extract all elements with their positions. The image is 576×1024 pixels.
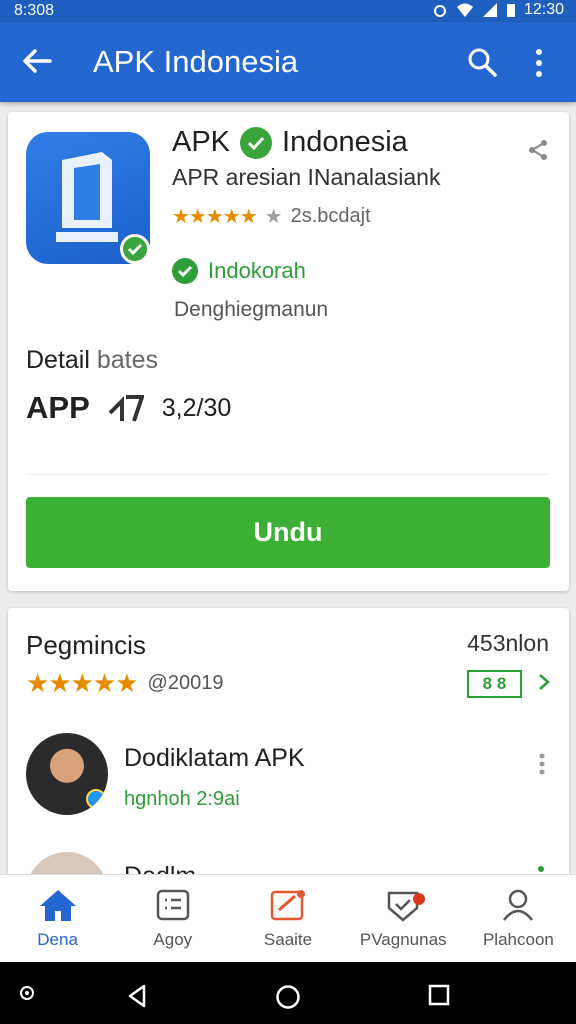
chevron-right-icon[interactable] xyxy=(536,672,552,692)
star-icon: ★ xyxy=(264,206,283,228)
reviewer-meta: hgnhoh 2:9ai xyxy=(124,788,240,810)
rating-text: 2s.bcdajt xyxy=(290,205,371,227)
reviews-stars-icon: ★★★★★ xyxy=(26,668,139,698)
check-circle-icon xyxy=(172,258,198,284)
status-time-right: 12:30 xyxy=(523,1,564,18)
review-more-icon[interactable] xyxy=(538,752,546,776)
verified-badge-icon xyxy=(86,789,106,809)
app-count: 3,2/30 xyxy=(161,393,232,422)
developer-name: Denghiegmanun xyxy=(174,298,329,321)
person-icon xyxy=(503,889,534,921)
download-button[interactable]: Undu xyxy=(26,497,550,568)
home-button-icon[interactable] xyxy=(275,984,301,1010)
signal-icon xyxy=(482,3,497,17)
search-icon[interactable] xyxy=(466,46,498,78)
detail-heading: Detail bates xyxy=(26,346,158,375)
app-info-card: APK Indonesia APR aresian INanalasiank ★… xyxy=(8,112,569,591)
system-navigation-bar xyxy=(0,962,576,1024)
battery-icon xyxy=(506,4,515,17)
nav-label: PVagnunas xyxy=(359,929,447,949)
reviewer-name: Dodiklatam APK xyxy=(124,744,305,772)
list-icon xyxy=(156,889,190,920)
detail-value: bates xyxy=(96,346,159,374)
nav-item-profile[interactable]: Plahcoon xyxy=(461,875,576,962)
nav-label: Dena xyxy=(37,929,78,949)
developer-verified-icon xyxy=(240,126,273,159)
app-bar: APK Indonesia xyxy=(0,22,576,102)
verified-badge-icon xyxy=(120,234,150,264)
app-label: APP xyxy=(26,390,90,425)
status-icons: 12:30 xyxy=(432,1,564,19)
rating-stars-icon: ★★★★★ xyxy=(172,206,258,228)
wifi-icon xyxy=(456,3,473,17)
status-bar: 8:308 12:30 xyxy=(0,0,576,22)
share-icon[interactable] xyxy=(526,138,550,162)
status-time-left: 8:308 xyxy=(14,2,55,19)
nav-item-apps[interactable]: Agoy xyxy=(115,875,230,962)
alarm-icon xyxy=(433,5,446,17)
nav-item-protection[interactable]: PVagnunas xyxy=(346,875,461,962)
app-name: APK Indonesia xyxy=(172,126,408,159)
app-subtitle: APR aresian INanalasiank xyxy=(172,164,441,190)
reviews-rating: ★★★★★ @20019 xyxy=(26,668,223,699)
reviews-card: Pegmincis 453nlon ★★★★★ @20019 8 8 Dodik… xyxy=(8,608,569,934)
app-bar-title: APK Indonesia xyxy=(93,44,299,79)
avatar[interactable] xyxy=(26,733,108,815)
home-icon xyxy=(39,889,76,921)
notification-badge xyxy=(412,893,425,905)
accessibility-icon[interactable] xyxy=(18,984,36,1002)
review-more-icon[interactable] xyxy=(538,866,544,872)
nav-label: Plahcoon xyxy=(482,929,554,949)
reviews-count: 453nlon xyxy=(467,630,549,656)
rating-row: ★★★★★ ★ 2s.bcdajt xyxy=(172,204,371,229)
edit-icon xyxy=(270,889,305,920)
divider xyxy=(26,474,549,475)
reviews-badge[interactable]: 8 8 xyxy=(467,670,522,698)
app-name-part2: Indonesia xyxy=(282,126,408,158)
download-count-icon xyxy=(108,395,144,422)
nav-label: Saaite xyxy=(263,929,313,949)
app-status: Indokorah xyxy=(172,258,306,284)
nav-item-edit[interactable]: Saaite xyxy=(230,875,345,962)
detail-label: Detail xyxy=(26,346,90,374)
reviews-title: Pegmincis xyxy=(26,630,146,660)
recents-icon[interactable] xyxy=(428,984,450,1006)
status-label: Indokorah xyxy=(208,258,306,283)
nav-label: Agoy xyxy=(153,929,193,949)
back-arrow-icon[interactable] xyxy=(20,44,54,78)
reviews-date: @20019 xyxy=(147,672,224,694)
nav-item-home[interactable]: Dena xyxy=(0,875,115,962)
back-icon[interactable] xyxy=(126,984,148,1008)
app-stats-row: APP 3,2/30 xyxy=(26,390,231,426)
bottom-navigation: Dena Agoy Saaite PVagnunas Plahcoon xyxy=(0,874,576,962)
app-icon xyxy=(26,132,150,264)
more-options-icon[interactable] xyxy=(534,48,544,78)
app-name-part1: APK xyxy=(172,126,231,158)
